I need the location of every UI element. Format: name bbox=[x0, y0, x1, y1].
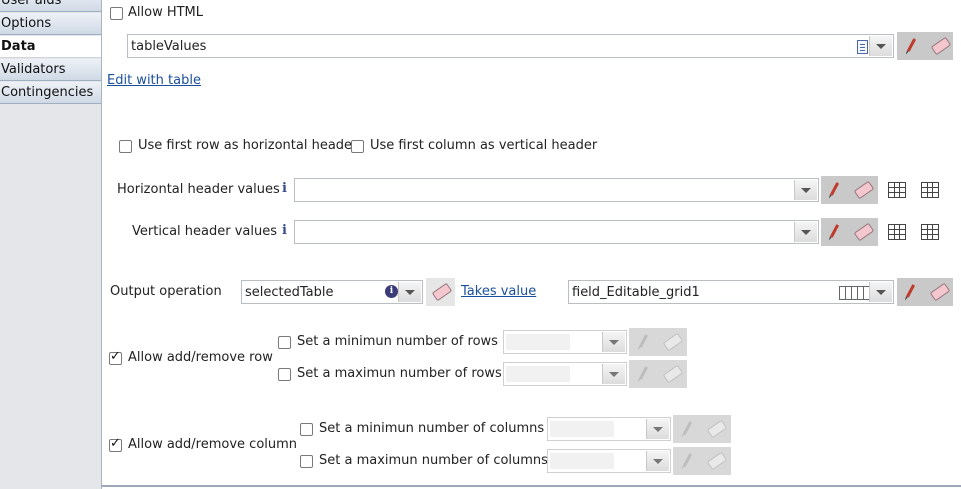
horizontal-header-field[interactable] bbox=[294, 178, 819, 202]
table-grid-icon[interactable] bbox=[921, 182, 939, 198]
eraser-icon[interactable] bbox=[658, 328, 684, 356]
min-columns-tools bbox=[673, 415, 731, 443]
info-icon[interactable]: i bbox=[282, 223, 287, 238]
sidebar-item-label: Data bbox=[1, 39, 36, 54]
sidebar-item-label: Contingencies bbox=[1, 85, 94, 100]
pencil-icon[interactable] bbox=[675, 447, 701, 475]
output-operation-tools bbox=[426, 278, 455, 306]
vertical-header-field[interactable] bbox=[294, 220, 819, 244]
pencil-icon[interactable] bbox=[898, 278, 924, 306]
chevron-down-icon[interactable] bbox=[602, 364, 625, 384]
output-operation-value: selectedTable bbox=[245, 285, 334, 300]
pencil-icon[interactable] bbox=[631, 360, 657, 388]
horizontal-header-label: Horizontal header values bbox=[117, 182, 280, 197]
editable-grid-icon[interactable] bbox=[839, 286, 871, 300]
output-operation-field[interactable]: selectedTable i bbox=[241, 280, 423, 304]
min-rows-label: Set a minimun number of rows bbox=[297, 334, 498, 349]
divider bbox=[102, 485, 961, 487]
chevron-down-icon[interactable] bbox=[602, 332, 625, 352]
max-columns-tools bbox=[673, 447, 731, 475]
first-column-header-checkbox[interactable] bbox=[351, 140, 364, 153]
horizontal-header-tools bbox=[821, 176, 878, 204]
min-columns-checkbox[interactable] bbox=[300, 423, 313, 436]
table-grid-icon[interactable] bbox=[888, 224, 906, 240]
sidebar-item-options[interactable]: Options bbox=[0, 13, 101, 35]
max-columns-label: Set a maximun number of columns bbox=[319, 453, 548, 468]
allow-add-remove-row-checkbox[interactable] bbox=[109, 349, 122, 365]
pencil-icon[interactable] bbox=[899, 32, 925, 60]
chevron-down-icon[interactable] bbox=[869, 36, 892, 56]
pencil-icon[interactable] bbox=[675, 415, 701, 443]
max-rows-checkbox[interactable] bbox=[278, 368, 291, 381]
info-icon[interactable]: i bbox=[282, 181, 287, 196]
min-rows-tools bbox=[629, 328, 687, 356]
table-grid-icon[interactable] bbox=[921, 224, 939, 240]
takes-value-tools bbox=[897, 278, 953, 306]
allow-add-remove-column-label: Allow add/remove column bbox=[128, 437, 298, 452]
values-field-value: tableValues bbox=[131, 39, 207, 54]
chevron-down-icon[interactable] bbox=[646, 451, 669, 471]
chevron-down-icon[interactable] bbox=[646, 419, 669, 439]
takes-value-value: field_Editable_grid1 bbox=[572, 285, 700, 300]
min-rows-field[interactable] bbox=[503, 330, 627, 354]
eraser-icon[interactable] bbox=[925, 278, 951, 306]
first-column-header-label: Use first column as vertical header bbox=[370, 138, 598, 153]
eraser-icon[interactable] bbox=[849, 218, 875, 246]
min-rows-checkbox[interactable] bbox=[278, 336, 291, 349]
eraser-icon[interactable] bbox=[702, 415, 728, 443]
min-columns-label: Set a minimun number of columns bbox=[319, 421, 545, 436]
edit-with-table-link[interactable]: Edit with table bbox=[107, 73, 201, 88]
sidebar-item-label: Validators bbox=[1, 62, 66, 77]
eraser-icon[interactable] bbox=[658, 360, 684, 388]
chevron-down-icon[interactable] bbox=[794, 180, 817, 200]
sidebar-item-data[interactable]: Data bbox=[0, 36, 101, 58]
sidebar: User aids Options Data Validators Contin… bbox=[0, 0, 102, 489]
values-tools bbox=[897, 32, 953, 60]
pencil-icon[interactable] bbox=[822, 176, 848, 204]
sidebar-item-contingencies[interactable]: Contingencies bbox=[0, 82, 101, 104]
vertical-header-label: Vertical header values bbox=[132, 224, 278, 239]
allow-add-remove-row-label: Allow add/remove row bbox=[128, 350, 273, 365]
chevron-down-icon[interactable] bbox=[398, 282, 421, 302]
eraser-icon[interactable] bbox=[427, 278, 453, 306]
allow-html-label: Allow HTML bbox=[128, 5, 204, 20]
info-icon[interactable]: i bbox=[385, 285, 398, 298]
allow-html-checkbox[interactable] bbox=[110, 7, 123, 20]
values-field[interactable]: tableValues bbox=[127, 34, 894, 58]
max-columns-field[interactable] bbox=[547, 449, 671, 473]
sidebar-item-user-aids[interactable]: User aids bbox=[0, 0, 101, 12]
vertical-header-tools bbox=[821, 218, 878, 246]
pencil-icon[interactable] bbox=[631, 328, 657, 356]
sidebar-item-label: Options bbox=[1, 16, 52, 31]
eraser-icon[interactable] bbox=[849, 176, 875, 204]
max-rows-label: Set a maximun number of rows bbox=[297, 366, 502, 381]
eraser-icon[interactable] bbox=[926, 32, 952, 60]
max-columns-checkbox[interactable] bbox=[300, 455, 313, 468]
first-row-header-checkbox[interactable] bbox=[119, 140, 132, 153]
output-operation-label: Output operation bbox=[110, 284, 222, 299]
allow-add-remove-column-checkbox[interactable] bbox=[109, 436, 122, 452]
document-icon[interactable] bbox=[857, 40, 868, 54]
chevron-down-icon[interactable] bbox=[794, 222, 817, 242]
max-rows-tools bbox=[629, 360, 687, 388]
sidebar-item-label: User aids bbox=[1, 0, 62, 8]
eraser-icon[interactable] bbox=[702, 447, 728, 475]
max-rows-field[interactable] bbox=[503, 362, 627, 386]
table-grid-icon[interactable] bbox=[888, 182, 906, 198]
takes-value-field[interactable]: field_Editable_grid1 bbox=[568, 280, 894, 304]
takes-value-link[interactable]: Takes value bbox=[461, 284, 536, 299]
chevron-down-icon[interactable] bbox=[869, 282, 892, 302]
sidebar-item-validators[interactable]: Validators bbox=[0, 59, 101, 81]
first-row-header-label: Use first row as horizontal header bbox=[138, 138, 358, 153]
pencil-icon[interactable] bbox=[822, 218, 848, 246]
min-columns-field[interactable] bbox=[547, 417, 671, 441]
